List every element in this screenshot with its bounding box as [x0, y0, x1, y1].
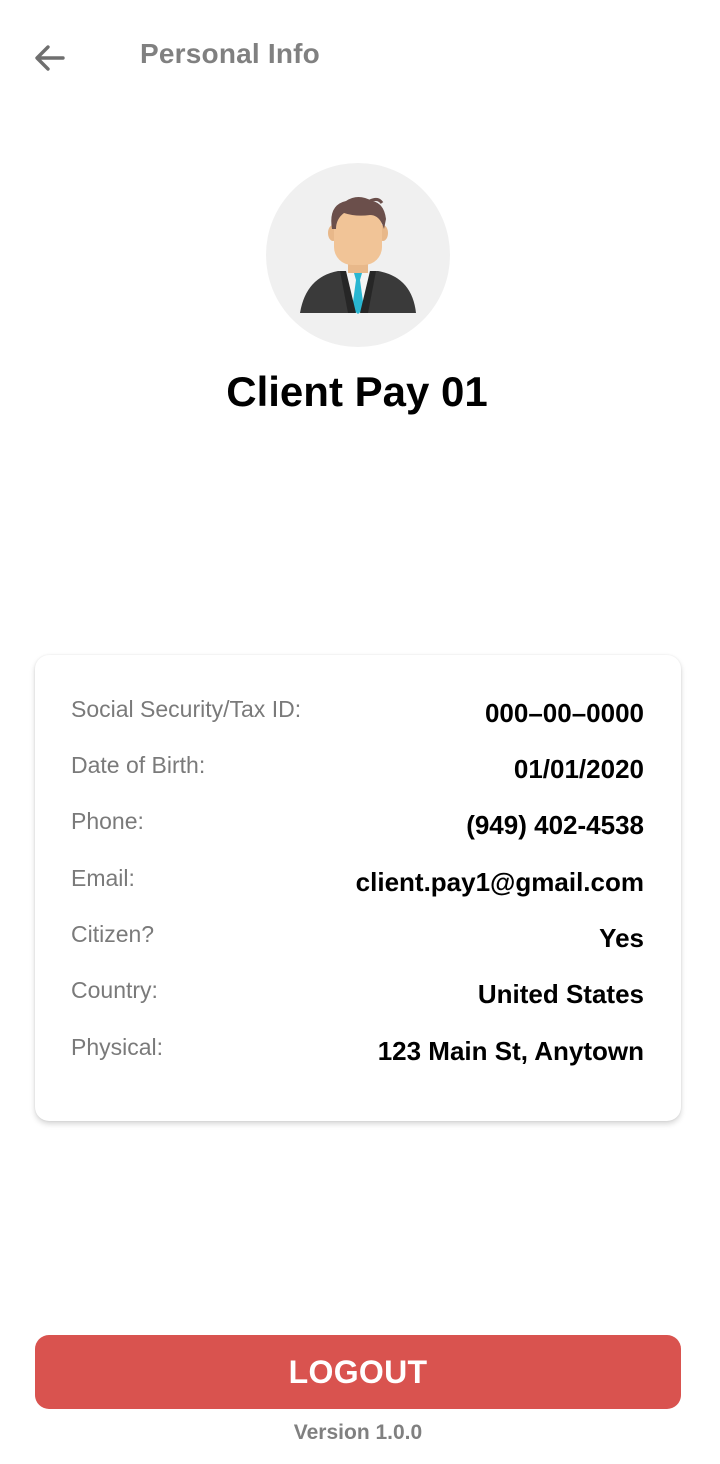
avatar — [266, 163, 450, 347]
info-row-email: Email: client.pay1@gmail.com — [71, 865, 644, 905]
back-button[interactable] — [22, 30, 78, 86]
info-row-physical-address: Physical: 123 Main St, Anytown — [71, 1034, 644, 1074]
info-row-date-of-birth: Date of Birth: 01/01/2020 — [71, 752, 644, 792]
client-name: Client Pay 01 — [226, 368, 488, 415]
info-row-phone: Phone: (949) 402-4538 — [71, 808, 644, 848]
tax-id-value: 000–00–0000 — [484, 698, 644, 728]
country-label: Country: — [71, 977, 158, 1003]
date-of-birth-label: Date of Birth: — [71, 752, 206, 778]
info-row-country: Country: United States — [71, 977, 644, 1017]
email-value: client.pay1@gmail.com — [355, 867, 644, 897]
tax-id-label: Social Security/Tax ID: — [71, 696, 302, 722]
date-of-birth-value: 01/01/2020 — [513, 754, 644, 784]
citizen-label: Citizen? — [71, 921, 155, 947]
info-row-tax-id: Social Security/Tax ID: 000–00–0000 — [71, 696, 644, 736]
arrow-left-icon — [35, 45, 65, 71]
physical-address-value: 123 Main St, Anytown — [377, 1036, 644, 1066]
citizen-value: Yes — [599, 923, 644, 953]
personal-info-card: Social Security/Tax ID: 000–00–0000 Date… — [35, 655, 681, 1121]
app-header: Personal Info — [0, 0, 720, 116]
app-version: Version 1.0.0 — [293, 1421, 423, 1444]
businessman-avatar-icon — [300, 197, 416, 314]
phone-value: (949) 402-4538 — [466, 810, 644, 840]
country-value: United States — [477, 979, 644, 1009]
page-title: Personal Info — [140, 38, 320, 69]
logout-button[interactable]: LOGOUT — [35, 1335, 681, 1409]
info-row-citizen: Citizen? Yes — [71, 921, 644, 961]
phone-label: Phone: — [71, 808, 144, 834]
physical-address-label: Physical: — [71, 1034, 164, 1060]
email-label: Email: — [71, 865, 135, 891]
